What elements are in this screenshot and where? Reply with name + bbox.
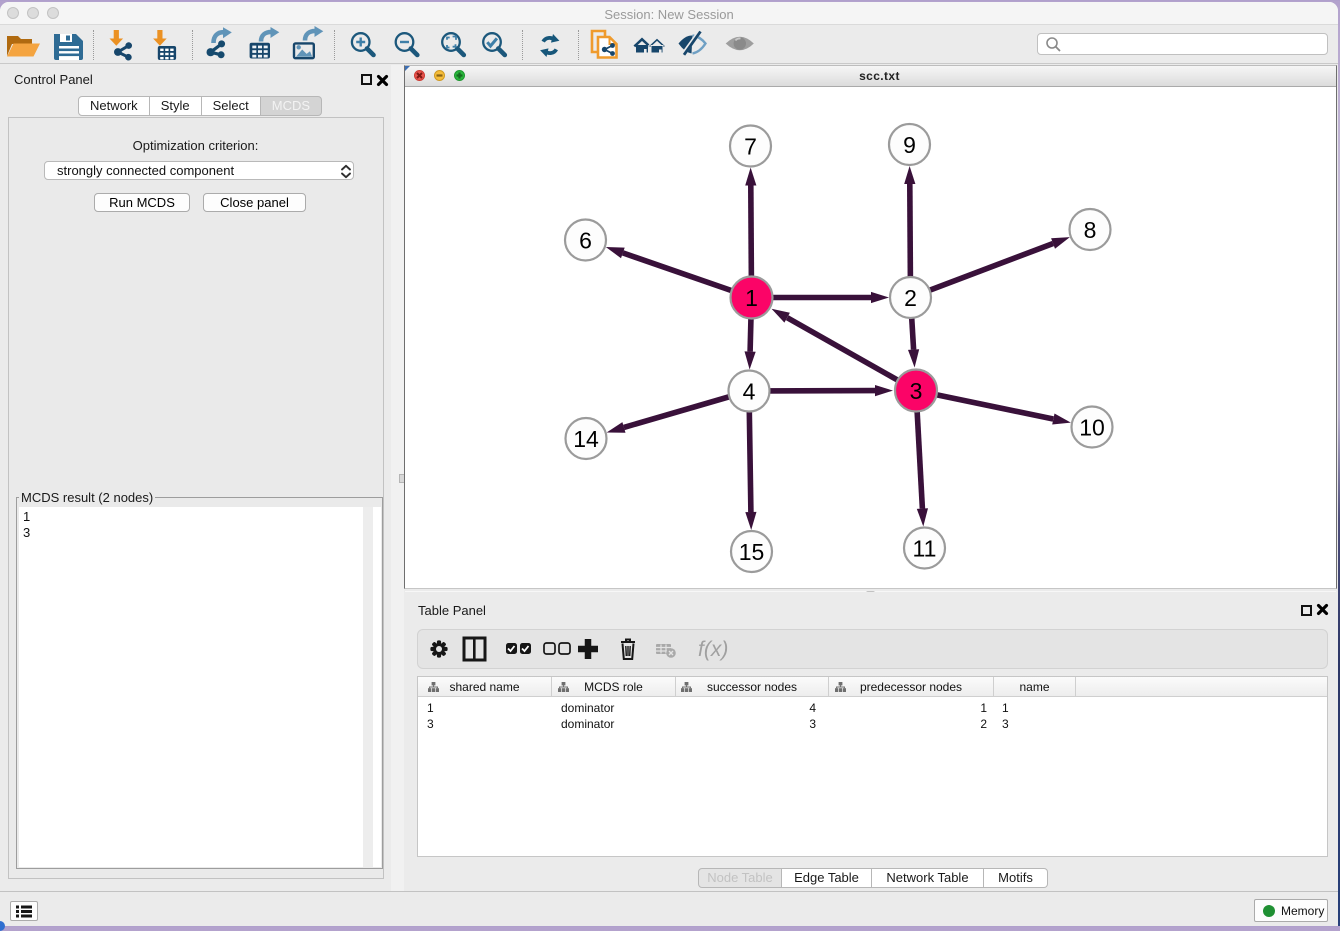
svg-text:4: 4: [743, 379, 756, 405]
svg-text:8: 8: [1084, 217, 1097, 243]
svg-text:f(x): f(x): [698, 638, 728, 661]
svg-text:11: 11: [913, 536, 937, 562]
svg-text:3: 3: [910, 378, 923, 404]
svg-text:15: 15: [739, 539, 765, 565]
svg-text:6: 6: [579, 228, 592, 254]
svg-text:10: 10: [1079, 415, 1105, 441]
svg-text:1: 1: [745, 285, 758, 311]
svg-text:9: 9: [903, 132, 916, 158]
svg-text:2: 2: [904, 285, 917, 311]
svg-text:7: 7: [744, 134, 757, 160]
svg-text:14: 14: [573, 426, 599, 452]
